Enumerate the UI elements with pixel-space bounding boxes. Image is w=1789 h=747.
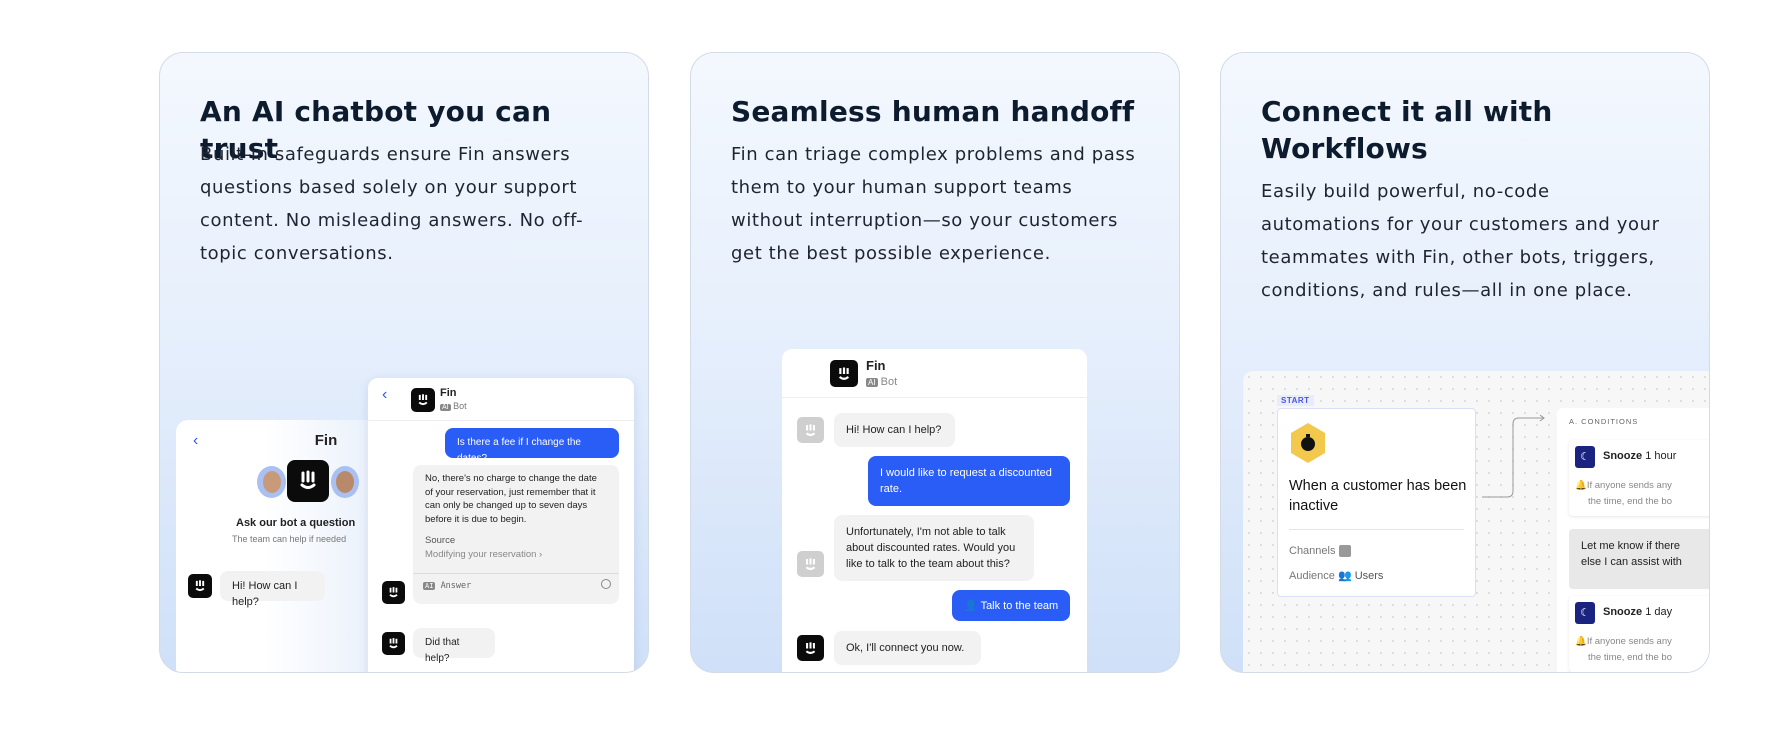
- start-tag: START: [1277, 395, 1314, 406]
- bot-name: Fin: [440, 387, 457, 399]
- divider: [1289, 529, 1464, 530]
- ai-badge: AI: [866, 378, 878, 387]
- card-title: Connect it all with Workflows: [1261, 95, 1553, 165]
- fin-logo-icon: [411, 388, 435, 412]
- fin-bot-icon: [382, 581, 405, 604]
- user-message: Is there a fee if I change the dates?: [445, 428, 619, 464]
- messenger-icon: [1338, 545, 1351, 558]
- bell-icon: 🔔: [1575, 636, 1587, 647]
- talk-to-team-button[interactable]: 👤 Talk to the team: [952, 590, 1070, 621]
- fin-logo-icon: [830, 360, 858, 387]
- divider: [368, 420, 634, 421]
- condition-text: 🔔If anyone sends any the time, end the bo: [1575, 480, 1672, 507]
- fin-bot-icon: [382, 632, 405, 655]
- answer-text: No, there's no charge to change the date…: [425, 473, 597, 525]
- bot-message: Did that help?: [413, 628, 495, 664]
- role-label: Bot: [880, 376, 898, 388]
- bot-answer: No, there's no charge to change the date…: [413, 465, 619, 604]
- message-step[interactable]: Let me know if there else I can assist wi…: [1569, 529, 1709, 589]
- fin-bot-icon: [188, 574, 212, 598]
- moon-icon: ☾: [1575, 446, 1595, 468]
- card-body: Built-in safeguards ensure Fin answers q…: [200, 144, 584, 264]
- feature-card-trust: An AI chatbot you can trust Built-in saf…: [159, 52, 649, 673]
- bot-role: AI Bot: [440, 401, 467, 411]
- role-label: Bot: [453, 401, 467, 411]
- fin-logo-icon: [287, 460, 329, 502]
- info-icon[interactable]: [601, 579, 611, 589]
- feature-card-workflows: Connect it all with Workflows Easily bui…: [1220, 52, 1710, 673]
- fin-bot-icon: [797, 551, 824, 577]
- answer-tag: AI Answer: [423, 581, 472, 591]
- card-body: Easily build powerful, no-code automatio…: [1261, 181, 1660, 301]
- conditions-panel: A. CONDITIONS ☾ Snooze 1 hour 🔔If anyone…: [1557, 408, 1709, 672]
- teammate-avatar: [331, 466, 359, 498]
- divider: [782, 397, 1087, 398]
- condition-text: 🔔If anyone sends any the time, end the bo: [1575, 636, 1672, 663]
- source-label: Source: [425, 535, 456, 546]
- person-icon: 👤: [964, 600, 978, 612]
- snooze-condition[interactable]: ☾ Snooze 1 hour 🔔If anyone sends any the …: [1569, 440, 1709, 516]
- ai-badge: AI: [440, 404, 451, 411]
- back-icon[interactable]: ‹: [382, 386, 387, 404]
- fin-bot-icon: [797, 417, 824, 443]
- chat-launcher-widget: ‹ Fin Ask our bot a question The team ca…: [176, 420, 396, 672]
- bot-message: Hi! How can I help?: [220, 571, 325, 608]
- snooze-condition[interactable]: ☾ Snooze 1 day 🔔If anyone sends any the t…: [1569, 596, 1709, 672]
- teammate-avatar: [257, 466, 286, 498]
- timer-icon: [1291, 423, 1325, 463]
- bot-role: AI Bot: [866, 376, 897, 388]
- workflow-canvas: START When a customer has been inactive …: [1243, 371, 1709, 672]
- card-body: Fin can triage complex problems and pass…: [731, 144, 1136, 264]
- source-link[interactable]: Modifying your reservation ›: [425, 548, 607, 562]
- bot-message: Hi! How can I help?: [834, 413, 955, 447]
- bell-icon: 🔔: [1575, 480, 1587, 491]
- connector-arrow: [1482, 414, 1545, 498]
- fin-bot-icon: [797, 635, 824, 661]
- bot-message: Ok, I'll connect you now.: [834, 631, 981, 665]
- users-icon: 👥: [1337, 570, 1352, 582]
- channels-row: Channels: [1289, 545, 1351, 558]
- audience-row: Audience 👥 Users: [1289, 570, 1384, 582]
- user-message: I would like to request a discounted rat…: [868, 456, 1070, 506]
- conditions-heading: A. CONDITIONS: [1569, 417, 1639, 426]
- ask-heading: Ask our bot a question: [236, 517, 356, 529]
- feature-card-handoff: Seamless human handoff Fin can triage co…: [690, 52, 1180, 673]
- card-title: Seamless human handoff: [731, 95, 1135, 128]
- divider: [413, 573, 619, 574]
- bot-name: Fin: [866, 358, 886, 373]
- team-subtext: The team can help if needed: [232, 534, 347, 544]
- moon-icon: ☾: [1575, 602, 1595, 624]
- trigger-node[interactable]: When a customer has been inactive Channe…: [1277, 408, 1476, 597]
- bot-message: Unfortunately, I'm not able to talk abou…: [834, 515, 1034, 581]
- trigger-title: When a customer has been inactive: [1289, 478, 1467, 514]
- chat-conversation-widget: ‹ Fin AI Bot Is there a fee if I change …: [368, 378, 634, 672]
- chat-handoff-widget: Fin AI Bot Hi! How can I help? I would l…: [782, 349, 1087, 672]
